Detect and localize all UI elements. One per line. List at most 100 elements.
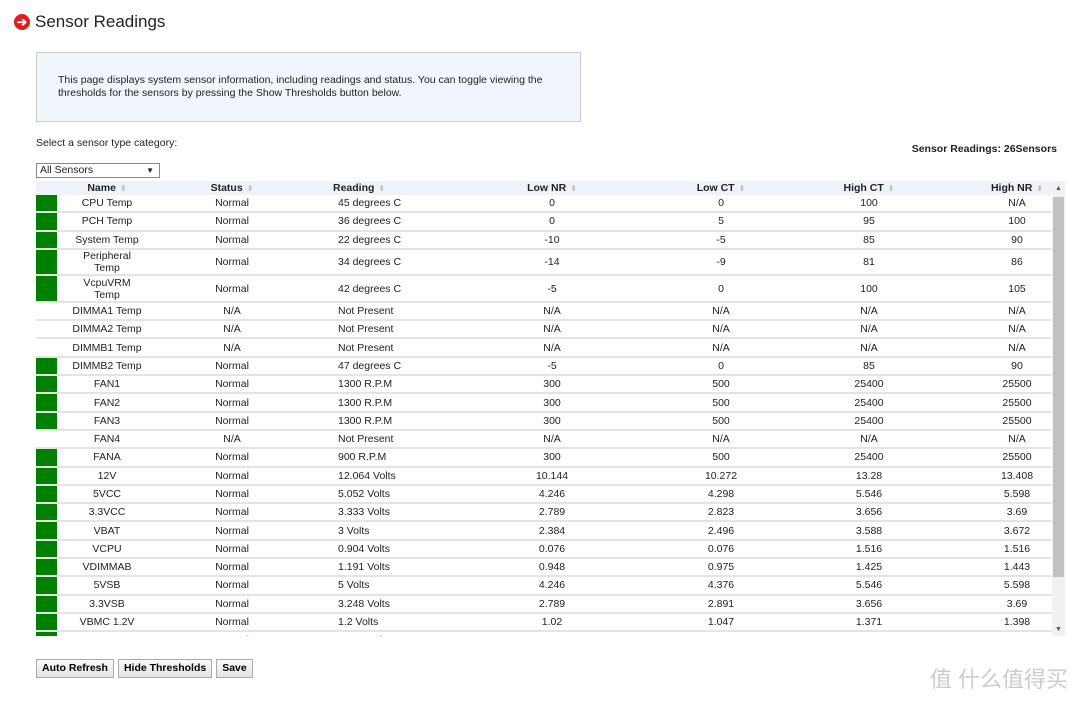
table-row[interactable]: VDIMMAB Normal 1.191 Volts 0.948 0.975 1.425 1… [36,559,1052,578]
sort-icon[interactable]: ⬍ [888,184,895,193]
table-cell: N/A [712,305,730,318]
save-button[interactable]: Save [216,659,253,678]
table-row[interactable]: 5VSB Normal 5 Volts 4.246 4.376 5.546 5.598 [36,577,1052,596]
table-cell: 1.07 [943,634,1052,636]
table-row[interactable]: VCPU Normal 0.904 Volts 0.076 0.076 1.516 1.51… [36,540,1052,560]
dropdown-arrow-icon: ▼ [146,166,154,175]
scroll-thumb[interactable] [1053,197,1064,577]
table-row[interactable]: VBMC 1.2V Normal 1.2 Volts 1.02 1.047 1.371 1.… [36,613,1052,633]
table-row[interactable]: PCH Temp Normal 36 degrees C 0 5 95 100 [36,213,1052,232]
table-cell: 100 [860,197,878,210]
table-row[interactable]: DIMMB1 Temp N/A Not Present N/A N/A N/A N/A [36,339,1052,358]
table-cell: 4.376 [707,579,735,592]
arrow-right-circle-icon: ➔ [14,14,30,30]
table-row[interactable]: VPCH 1.0VNormal1.007 Volts0.8730.891.053… [36,632,1052,636]
table-cell: Normal [215,215,249,228]
table-cell: VcpuVRM Temp [83,276,131,301]
table-row[interactable]: 3.3VSB Normal 3.248 Volts 2.789 2.891 3.656 3.… [36,595,1052,614]
table-cell: N/A [223,323,241,336]
table-cell: 0.904 Volts [338,542,390,555]
table-cell: VBAT [93,524,121,537]
table-cell: 85 [863,233,875,246]
table-row[interactable]: FAN3 Normal 1300 R.P.M 300 500 25400 25500 [36,412,1052,431]
info-text: This page displays system sensor informa… [58,74,543,99]
status-indicator [36,577,57,594]
table-cell: 0 [549,215,555,228]
column-header[interactable]: Low NR ⬍ [457,181,647,195]
table-row[interactable]: System Temp Normal 22 degrees C -10 -5 85 90 [36,231,1052,250]
table-row[interactable]: FANA Normal 900 R.P.M 300 500 25400 25500 [36,449,1052,468]
table-cell: 0 [718,197,724,210]
status-indicator [36,559,57,576]
table-row[interactable]: CPU Temp Normal 45 degrees C 0 0 100 N/A [36,195,1052,214]
table-body: CPU Temp Normal 45 degrees C 0 0 100 N/A PCH Te… [36,195,1052,636]
sort-icon[interactable]: ⬍ [570,184,577,193]
table-cell: 2.384 [538,524,566,537]
table-row[interactable]: DIMMA1 Temp N/A Not Present N/A N/A N/A N/A [36,303,1052,322]
column-header[interactable]: High CT ⬍ [795,181,943,195]
column-header[interactable]: Low CT ⬍ [647,181,795,195]
table-row[interactable]: DIMMA2 Temp N/A Not Present N/A N/A N/A N/A [36,321,1052,340]
table-cell: FAN4 [93,433,121,446]
table-cell: 5VSB [93,579,121,592]
table-cell: N/A [543,433,561,446]
table-cell: 3.656 [855,506,883,519]
sort-icon[interactable]: ⬍ [1036,184,1043,193]
table-cell: 1.443 [1003,561,1031,574]
sort-icon[interactable]: ⬍ [247,184,254,193]
table-cell: N/A [860,433,878,446]
table-cell: 1.053 [795,634,943,636]
table-cell: 3.69 [1006,506,1028,519]
table-cell: Normal [215,524,249,537]
table-cell: 13.408 [1000,469,1034,482]
table-cell: Normal [215,282,249,295]
table-cell: 22 degrees C [338,233,402,246]
table-row[interactable]: 5VCC Normal 5.052 Volts 4.246 4.298 5.546 5.59… [36,485,1052,505]
table-row[interactable]: 3.3VCC Normal 3.333 Volts 2.789 2.823 3.656 3.… [36,504,1052,523]
table-row[interactable]: VcpuVRM Temp Normal 42 degrees C -5 0 100 105 [36,276,1052,303]
table-cell: 4.246 [538,579,566,592]
table-row[interactable]: FAN2 Normal 1300 R.P.M 300 500 25400 25500 [36,394,1052,413]
column-header[interactable]: Reading ⬍ [307,181,457,195]
table-row[interactable]: DIMMB2 Temp Normal 47 degrees C -5 0 85 90 [36,357,1052,377]
table-cell: FAN3 [93,414,121,427]
table-cell: 300 [543,451,561,464]
table-cell: N/A [712,433,730,446]
table-scrollbar[interactable]: ▲ ▼ [1052,181,1065,636]
table-row[interactable]: FAN4 N/A Not Present N/A N/A N/A N/A [36,431,1052,450]
sort-icon[interactable]: ⬍ [739,184,746,193]
table-cell: Normal [215,597,249,610]
table-cell: N/A [223,341,241,354]
table-row[interactable]: VBAT Normal 3 Volts 2.384 2.496 3.588 3.672 [36,522,1052,541]
table-cell: VCPU [92,542,122,555]
table-cell: 25500 [1002,396,1032,409]
table-cell: 1.516 [1003,542,1031,555]
table-row[interactable]: Peripheral Temp Normal 34 degrees C -14 -9 81… [36,249,1052,277]
table-row[interactable]: 12V Normal 12.064 Volts 10.144 10.272 13.28 13… [36,467,1052,486]
sensor-count: Sensor Readings: 26Sensors [911,143,1057,155]
table-cell: DIMMA2 Temp [72,323,142,336]
scroll-up-icon[interactable]: ▲ [1055,185,1062,192]
category-selected: All Sensors [40,164,94,176]
table-cell: 1.191 Volts [338,561,390,574]
sort-icon[interactable]: ⬍ [120,184,127,193]
table-cell: N/A [1008,433,1026,446]
table-cell: 5.052 Volts [338,488,390,500]
scroll-down-icon[interactable]: ▼ [1055,626,1062,633]
sort-icon[interactable]: ⬍ [378,184,385,193]
table-cell: 85 [863,359,875,372]
hide-thresholds-button[interactable]: Hide Thresholds [117,659,213,678]
table-cell: 1.398 [1003,616,1031,629]
table-cell: 1.516 [855,542,883,555]
table-cell: N/A [860,305,878,318]
table-row[interactable]: FAN1 Normal 1300 R.P.M 300 500 25400 25500 [36,376,1052,395]
column-header[interactable]: Name ⬍ [57,181,157,195]
table-cell: 95 [863,215,875,228]
table-cell: 300 [543,378,561,391]
table-cell: PCH Temp [81,215,133,228]
column-header[interactable]: Status ⬍ [157,181,307,195]
status-indicator [36,339,57,355]
auto-refresh-button[interactable]: Auto Refresh [36,659,114,678]
page-header: ➔ Sensor Readings [14,12,165,32]
category-select[interactable]: All Sensors ▼ [36,163,160,178]
